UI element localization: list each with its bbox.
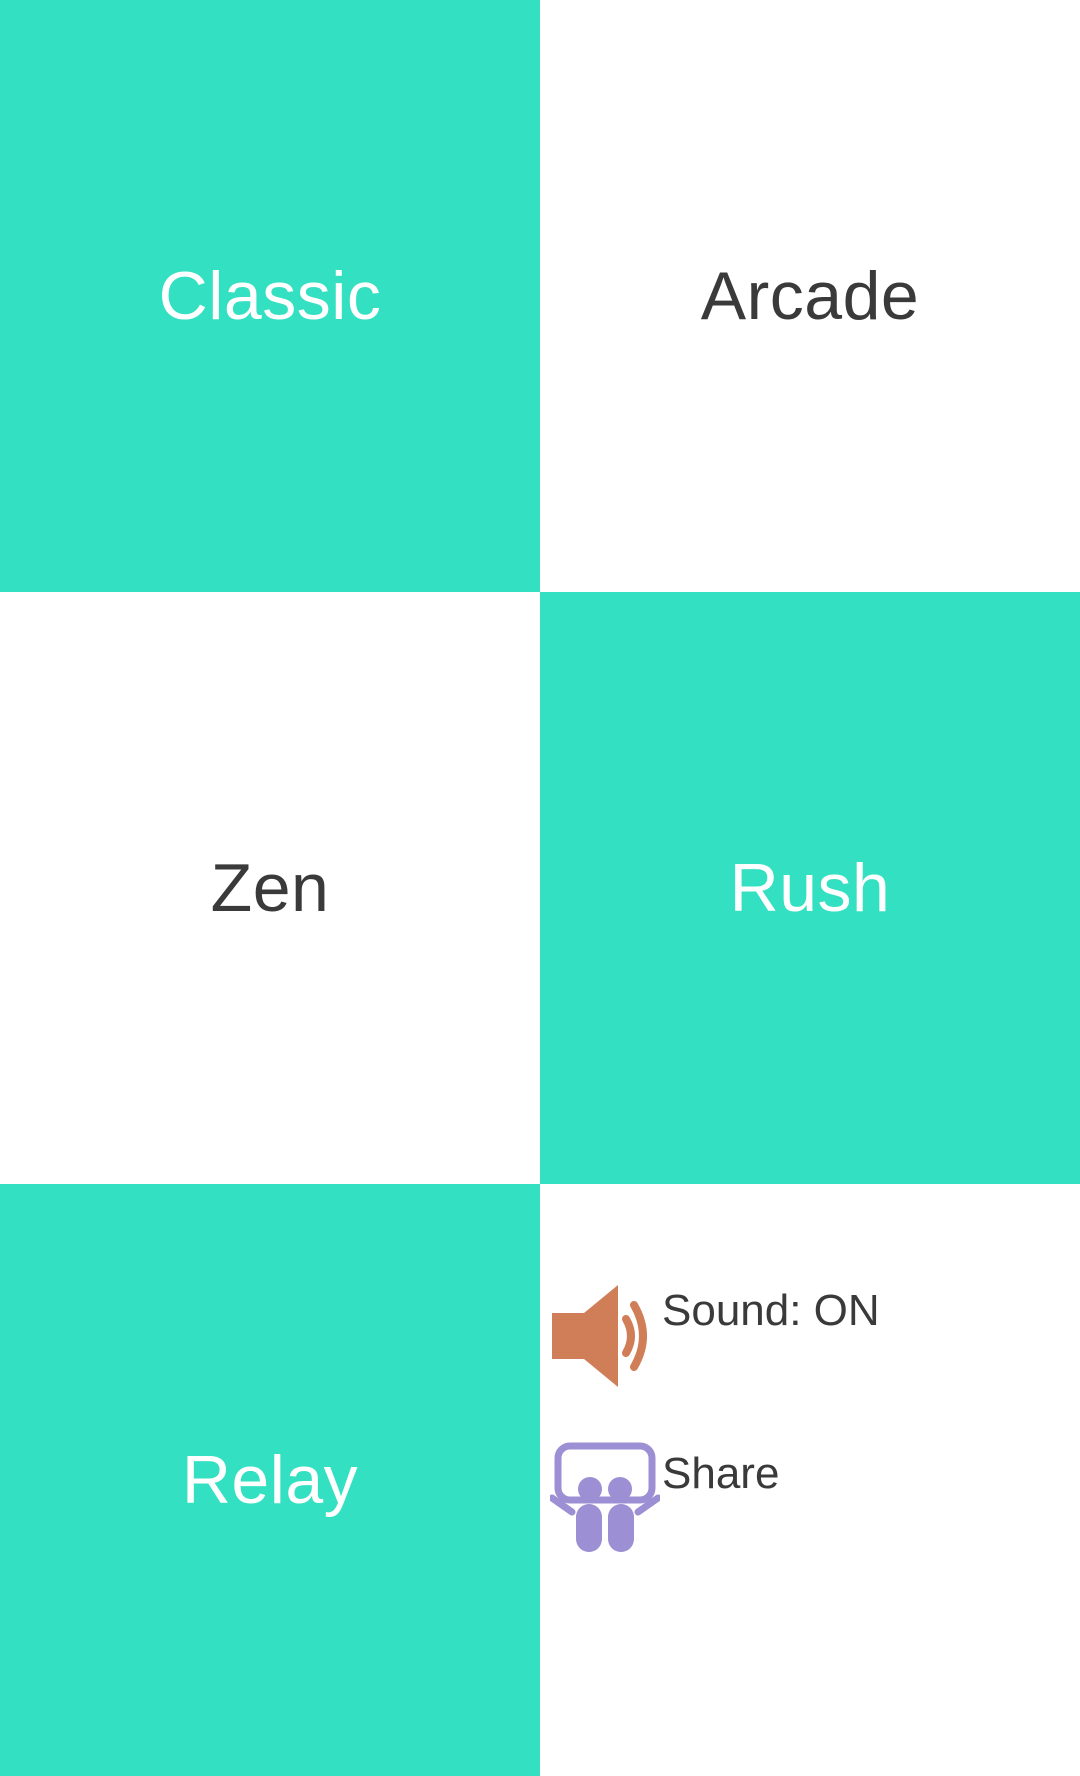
options-panel: Sound: ON Share [540, 1184, 1080, 1776]
share-icon [550, 1442, 660, 1552]
mode-tile-classic[interactable]: Classic [0, 0, 540, 592]
mode-grid: Classic Arcade Zen Rush Relay Sound: ON [0, 0, 1080, 1776]
mode-tile-relay[interactable]: Relay [0, 1184, 540, 1776]
mode-label-rush: Rush [729, 850, 891, 926]
mode-label-classic: Classic [158, 258, 382, 334]
mode-label-relay: Relay [181, 1442, 359, 1518]
mode-label-arcade: Arcade [700, 258, 920, 334]
sound-toggle-button[interactable]: Sound: ON [550, 1279, 880, 1393]
mode-tile-zen[interactable]: Zen [0, 592, 540, 1184]
mode-tile-rush[interactable]: Rush [540, 592, 1080, 1184]
sound-toggle-label: Sound: ON [662, 1286, 880, 1335]
mode-label-zen: Zen [210, 850, 330, 926]
mode-tile-arcade[interactable]: Arcade [540, 0, 1080, 592]
share-label: Share [662, 1449, 780, 1498]
speaker-icon [552, 1285, 647, 1387]
share-button[interactable]: Share [550, 1442, 779, 1556]
